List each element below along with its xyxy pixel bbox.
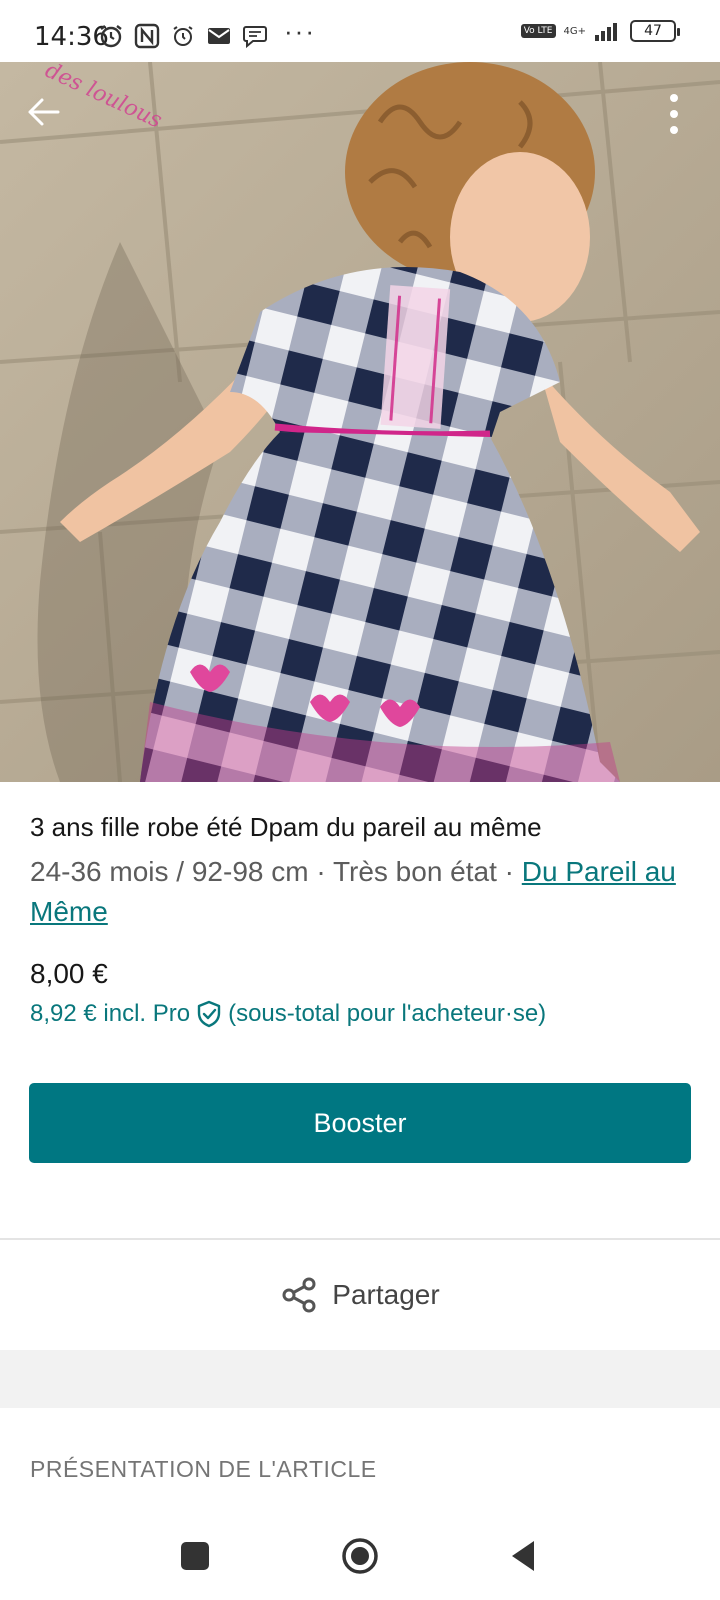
back-arrow-icon[interactable]: [24, 92, 64, 132]
section-separator: [0, 1350, 720, 1408]
home-icon[interactable]: [340, 1536, 380, 1576]
alarm-icon: [100, 24, 122, 47]
pro-price-note: (sous-total pour l'acheteur·se): [228, 1000, 547, 1027]
signal-icon: [595, 23, 617, 41]
chat-icon: [243, 25, 267, 48]
more-vertical-icon[interactable]: [668, 92, 680, 136]
mail-icon: [208, 27, 230, 44]
nfc-icon: [134, 23, 160, 48]
alarm-icon: [173, 25, 193, 46]
share-icon: [282, 1277, 316, 1313]
status-bar: 14:36 ··· Vo LTE 4G+ 47: [0, 0, 720, 62]
product-photo-illustration: des loulous: [0, 62, 720, 782]
network-type: 4G+: [563, 25, 587, 37]
status-system-icons: Vo LTE 4G+ 47: [520, 20, 680, 42]
volte-icon: Vo LTE: [520, 24, 556, 38]
system-navigation-bar: [0, 1518, 720, 1600]
product-photo[interactable]: des loulous: [0, 62, 720, 782]
item-size-condition: 24-36 mois / 92-98 cm · Très bon état ·: [30, 856, 522, 887]
section-heading-presentation: PRÉSENTATION DE L'ARTICLE: [30, 1456, 377, 1482]
shield-check-icon: [197, 1000, 221, 1028]
item-details: 24-36 mois / 92-98 cm · Très bon état · …: [30, 852, 700, 932]
share-button[interactable]: Partager: [0, 1240, 720, 1350]
back-icon[interactable]: [504, 1536, 544, 1576]
share-label: Partager: [332, 1279, 440, 1310]
booster-button[interactable]: Booster: [29, 1083, 691, 1163]
pro-price-label: 8,92 € incl. Pro: [30, 1000, 191, 1027]
battery-icon: 47: [630, 20, 680, 42]
buyer-protection-price[interactable]: 8,92 € incl. Pro (sous-total pour l'ache…: [30, 1000, 546, 1028]
status-notification-icons: ···: [98, 16, 316, 51]
recent-apps-icon[interactable]: [175, 1536, 215, 1576]
item-title: 3 ans fille robe été Dpam du pareil au m…: [30, 812, 542, 842]
more-notifications-icon: ···: [284, 16, 316, 46]
item-price: 8,00 €: [30, 958, 108, 989]
